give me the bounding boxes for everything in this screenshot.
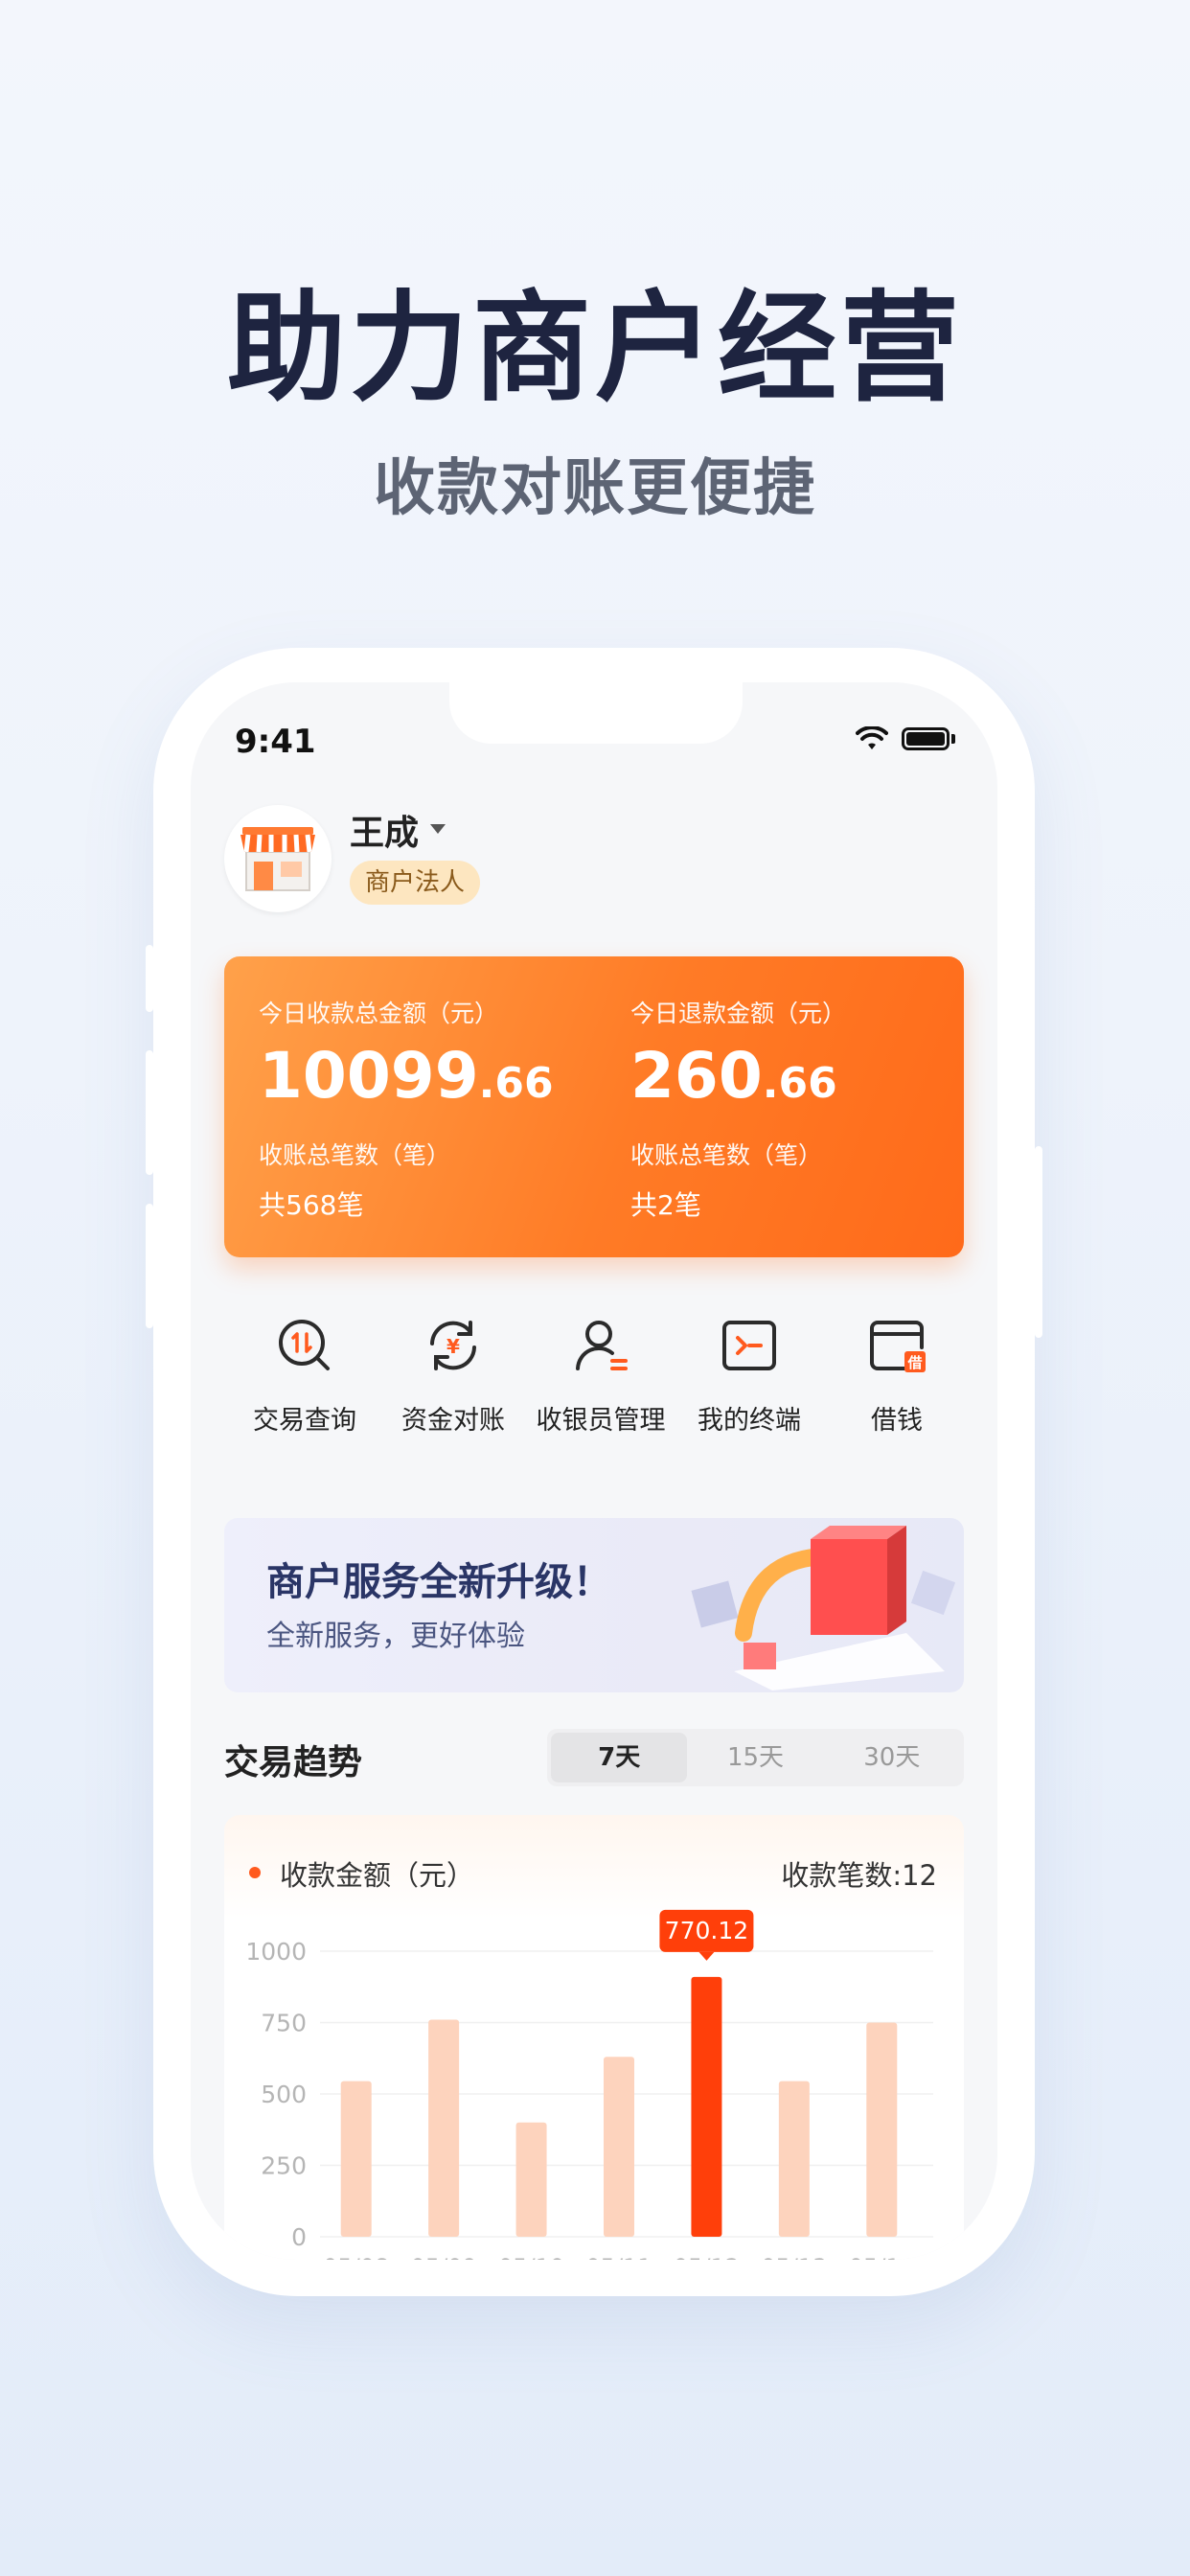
x-tick-label: 05/09 <box>411 2254 477 2260</box>
x-tick-label: 05/14 <box>849 2254 915 2260</box>
today-summary-card[interactable]: 今日收款总金额（元） 10099.66 收账总笔数（笔） 共568笔 今日退款金… <box>224 956 964 1257</box>
battery-cap <box>951 734 955 744</box>
refund-count: 共2笔 <box>630 1189 701 1221</box>
menu-label: 我的终端 <box>698 1406 801 1436</box>
menu-label: 收银员管理 <box>536 1406 666 1436</box>
svg-text:¥: ¥ <box>446 1335 460 1358</box>
promo-banner[interactable]: 商户服务全新升级！ 全新服务，更好体验 <box>224 1518 964 1692</box>
chevron-down-icon[interactable] <box>430 824 446 834</box>
menu-my-terminal[interactable]: 我的终端 <box>673 1315 826 1437</box>
svg-text:借: 借 <box>906 1354 922 1371</box>
tab-30-days[interactable]: 30天 <box>824 1733 960 1782</box>
x-tick-label: 05/12 <box>674 2254 740 2260</box>
phone-side-button <box>146 945 153 1012</box>
phone-side-button <box>1035 1146 1042 1338</box>
chart-bar <box>340 2081 372 2237</box>
menu-label: 资金对账 <box>401 1406 505 1436</box>
hero-title: 助力商户经营 <box>226 280 963 418</box>
menu-transaction-query[interactable]: 交易查询 <box>228 1315 381 1437</box>
promo-subtitle: 全新服务，更好体验 <box>266 1620 525 1653</box>
y-tick-label: 1000 <box>245 1938 307 1966</box>
battery-icon <box>902 727 950 750</box>
chart-bar <box>778 2081 810 2237</box>
y-tick-label: 250 <box>261 2152 307 2180</box>
trend-range-tabs: 7天 15天 30天 <box>547 1729 964 1786</box>
income-count-label: 收账总笔数（笔） <box>259 1141 451 1169</box>
y-tick-label: 750 <box>261 2010 307 2037</box>
income-count: 共568笔 <box>259 1189 364 1221</box>
chart-bar <box>604 2057 634 2237</box>
x-tick-label: 05/13 <box>761 2254 827 2260</box>
menu-label: 借钱 <box>871 1406 923 1436</box>
menu-cashier-manage[interactable]: 收银员管理 <box>524 1315 677 1437</box>
chart-bar <box>428 2019 460 2237</box>
chart-bar <box>515 2122 547 2237</box>
user-name[interactable]: 王成 <box>350 805 419 855</box>
quick-menu: 交易查询 ¥ 资金对账 收银员管理 我的终端 借 借钱 <box>191 1315 997 1459</box>
terminal-icon <box>722 1321 776 1370</box>
loan-icon: 借 <box>870 1321 926 1372</box>
bar-chart: 0 250 500 750 1000 05/08 05/09 05/10 05/11 05/12 7… <box>245 1909 933 2260</box>
income-amount: 10099.66 <box>259 1039 554 1113</box>
hero-subtitle: 收款对账更便捷 <box>374 453 816 524</box>
wifi-icon <box>856 726 888 749</box>
trend-chart-card: 收款金额（元） 收款笔数:12 0 250 500 750 1000 05/08 05/09… <box>224 1815 964 2260</box>
menu-loan[interactable]: 借 借钱 <box>820 1315 973 1437</box>
refund-label: 今日退款金额（元） <box>630 1000 847 1027</box>
promo-title: 商户服务全新升级！ <box>266 1560 611 1604</box>
phone-side-button <box>146 1050 153 1175</box>
role-badge: 商户法人 <box>350 861 481 905</box>
store-icon <box>240 827 315 891</box>
y-tick-label: 0 <box>291 2223 307 2251</box>
menu-label: 交易查询 <box>253 1406 356 1436</box>
x-tick-label: 05/08 <box>323 2254 389 2260</box>
status-icons <box>856 726 955 751</box>
upgrade-illustration-icon <box>691 1526 956 1690</box>
status-time: 9:41 <box>235 723 316 761</box>
search-transaction-icon <box>279 1320 330 1370</box>
phone-frame: 9:41 王成 商户法人 今日收款总金额（元） 10099.66 收账总笔数（笔… <box>146 648 1042 2296</box>
refund-count-label: 收账总笔数（笔） <box>630 1141 823 1169</box>
tab-7-days[interactable]: 7天 <box>551 1733 688 1782</box>
y-tick-label: 500 <box>261 2081 307 2108</box>
x-tick-label: 05/11 <box>585 2254 652 2260</box>
phone-side-button <box>146 1204 153 1328</box>
chart-bar <box>866 2022 898 2237</box>
x-tick-label: 05/10 <box>498 2254 564 2260</box>
refund-amount: 260.66 <box>630 1039 837 1113</box>
avatar[interactable] <box>224 805 332 912</box>
tooltip-pointer <box>698 1951 715 1961</box>
cashier-manage-icon <box>576 1321 628 1370</box>
trend-title: 交易趋势 <box>224 1743 363 1782</box>
tab-15-days[interactable]: 15天 <box>687 1733 823 1782</box>
app-screen: 9:41 王成 商户法人 今日收款总金额（元） 10099.66 收账总笔数（笔… <box>191 682 997 2260</box>
tooltip-value: 770.12 <box>665 1917 748 1944</box>
phone-notch <box>449 682 743 744</box>
reconcile-icon: ¥ <box>430 1321 476 1370</box>
chart-bar <box>691 1976 722 2237</box>
income-label: 今日收款总金额（元） <box>259 1000 499 1027</box>
menu-reconcile[interactable]: ¥ 资金对账 <box>377 1315 530 1437</box>
